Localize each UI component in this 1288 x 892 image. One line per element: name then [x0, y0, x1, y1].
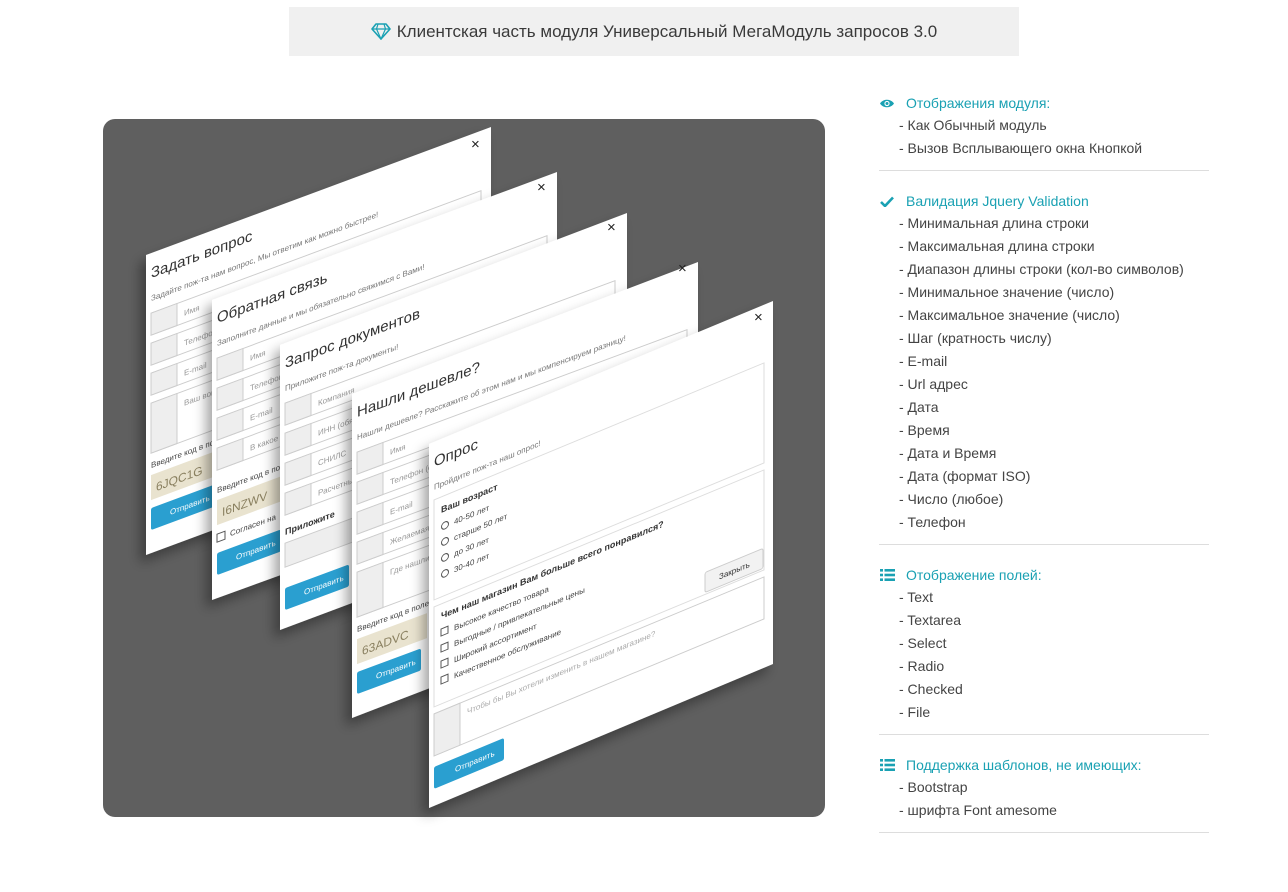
- feature-item: - Text: [899, 589, 933, 605]
- features-panel: Отображения модуля: - Как Обычный модуль…: [879, 92, 1209, 852]
- feature-item: - Телефон: [899, 514, 966, 530]
- check-icon: [879, 194, 895, 208]
- close-icon[interactable]: ×: [754, 309, 763, 326]
- section-title: Отображения модуля:: [879, 92, 1209, 114]
- eye-icon: [879, 96, 895, 110]
- section-title: Поддержка шаблонов, не имеющих:: [879, 754, 1209, 776]
- feature-item: - Время: [899, 422, 950, 438]
- divider: [879, 734, 1209, 735]
- section-title: Валидация Jquery Validation: [879, 190, 1209, 212]
- close-icon[interactable]: ×: [678, 260, 687, 277]
- section-template-support: Поддержка шаблонов, не имеющих: - Bootst…: [879, 754, 1209, 833]
- feature-item: - Select: [899, 635, 947, 651]
- feature-item: - Шаг (кратность числу): [899, 330, 1052, 346]
- feature-item: - Минимальная длина строки: [899, 215, 1089, 231]
- feature-item: - File: [899, 704, 931, 720]
- list-icon: [879, 758, 895, 772]
- divider: [879, 544, 1209, 545]
- divider: [879, 832, 1209, 833]
- feature-item: - Число (любое): [899, 491, 1004, 507]
- diamond-icon: [370, 23, 391, 40]
- feature-item: - Url адрес: [899, 376, 968, 392]
- page-title: Клиентская часть модуля Универсальный Ме…: [396, 21, 938, 41]
- feature-item: - Максимальная длина строки: [899, 238, 1095, 254]
- list-icon: [879, 568, 895, 582]
- section-validation: Валидация Jquery Validation - Минимальна…: [879, 190, 1209, 545]
- section-title: Отображение полей:: [879, 564, 1209, 586]
- page-header: Клиентская часть модуля Универсальный Ме…: [289, 7, 1019, 56]
- feature-item: - Radio: [899, 658, 945, 674]
- feature-item: - Как Обычный модуль: [899, 117, 1047, 133]
- close-icon[interactable]: ×: [537, 179, 546, 196]
- feature-item: - E-mail: [899, 353, 948, 369]
- feature-item: - Вызов Всплывающего окна Кнопкой: [899, 140, 1143, 156]
- feature-item: - шрифта Font amesome: [899, 802, 1057, 818]
- close-icon[interactable]: ×: [471, 136, 480, 153]
- feature-item: - Checked: [899, 681, 963, 697]
- section-display-modes: Отображения модуля: - Как Обычный модуль…: [879, 92, 1209, 171]
- feature-item: - Дата (формат ISO): [899, 468, 1031, 484]
- section-field-display: Отображение полей: - Text - Textarea - S…: [879, 564, 1209, 735]
- feature-item: - Максимальное значение (число): [899, 307, 1120, 323]
- feature-item: - Дата и Время: [899, 445, 997, 461]
- feature-item: - Минимальное значение (число): [899, 284, 1115, 300]
- feature-item: - Диапазон длины строки (кол-во символов…: [899, 261, 1184, 277]
- feature-item: - Textarea: [899, 612, 961, 628]
- divider: [879, 170, 1209, 171]
- close-icon[interactable]: ×: [607, 219, 616, 236]
- feature-item: - Bootstrap: [899, 779, 968, 795]
- feature-item: - Дата: [899, 399, 939, 415]
